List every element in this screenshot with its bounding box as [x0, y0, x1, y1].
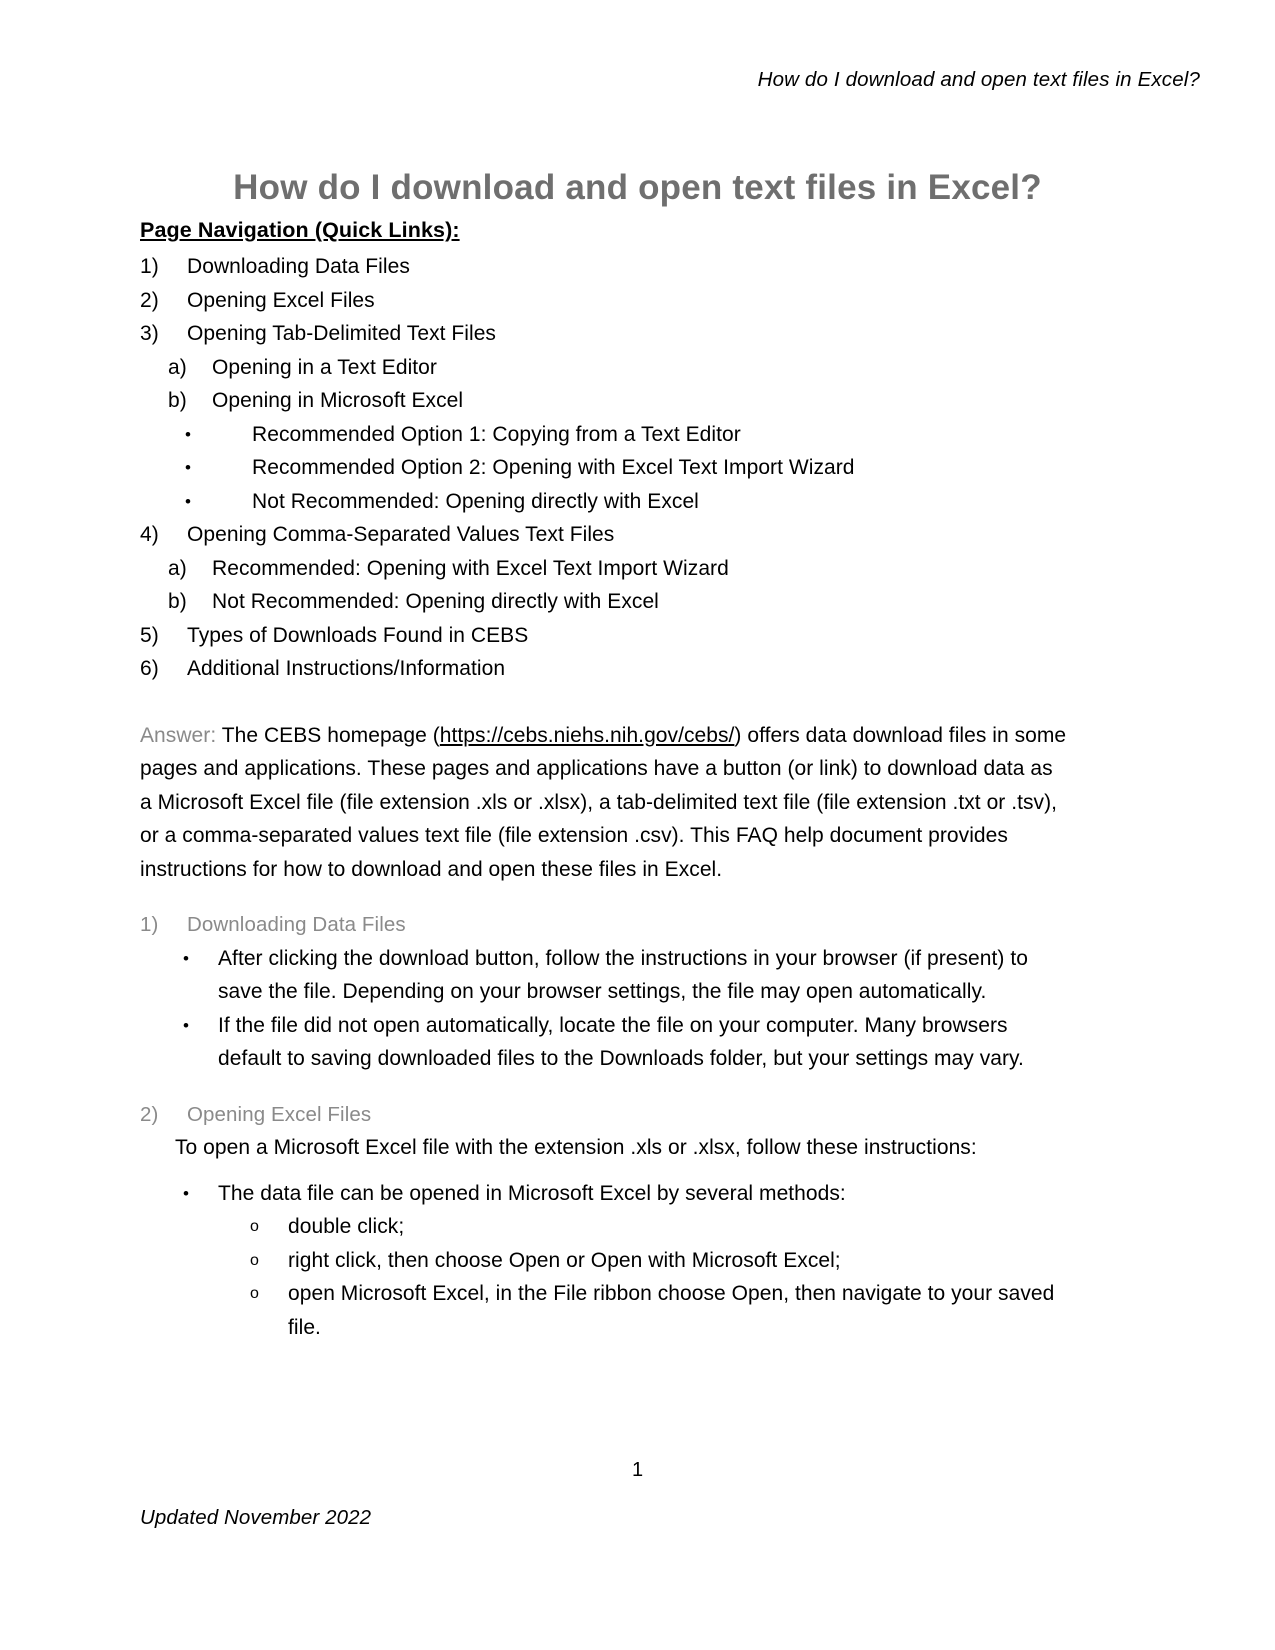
nav-item-label: Additional Instructions/Information — [187, 657, 506, 680]
nav-item[interactable]: 6) Additional Instructions/Information — [140, 652, 1070, 686]
nav-item-marker: 4) — [140, 523, 159, 546]
section-heading-label: Downloading Data Files — [187, 913, 406, 936]
section-marker: 1) — [140, 913, 159, 936]
nav-item-label: Recommended Option 2: Opening with Excel… — [252, 456, 855, 479]
answer-label: Answer: — [140, 723, 217, 747]
nav-item-label: Opening Excel Files — [187, 288, 375, 312]
cebs-homepage-link[interactable]: https://cebs.niehs.nih.gov/cebs/ — [440, 724, 735, 747]
nav-item-label: Recommended: Opening with Excel Text Imp… — [212, 556, 729, 580]
document-page: How do I download and open text files in… — [0, 0, 1275, 1650]
sub-list-item: o open Microsoft Excel, in the File ribbo… — [140, 1277, 1070, 1344]
nav-item-marker: a) — [168, 355, 187, 379]
sub-list-item-text: double click; — [288, 1215, 405, 1238]
list-item: • If the file did not open automatically,… — [140, 1009, 1070, 1076]
nav-item[interactable]: • Recommended Option 1: Copying from a Te… — [140, 418, 1070, 452]
bullet-icon: • — [185, 424, 192, 444]
nav-item[interactable]: b) Opening in Microsoft Excel — [140, 384, 1070, 418]
page-navigation-heading: Page Navigation (Quick Links): — [140, 218, 460, 242]
answer-text-before-link: The CEBS homepage ( — [216, 723, 440, 747]
sub-list-item-text: open Microsoft Excel, in the File ribbon… — [288, 1282, 1055, 1339]
answer-text-after-link: ) offers data download files in some pag… — [140, 723, 1067, 881]
nav-item[interactable]: a) Opening in a Text Editor — [140, 351, 1070, 385]
nav-item[interactable]: 5) Types of Downloads Found in CEBS — [140, 619, 1070, 653]
nav-item-label: Opening in a Text Editor — [212, 355, 437, 379]
bullet-icon: • — [185, 458, 192, 477]
nav-item-marker: a) — [168, 556, 187, 580]
circle-bullet-icon: o — [250, 1285, 259, 1302]
page-title: How do I download and open text files in… — [233, 168, 1042, 208]
running-header: How do I download and open text files in… — [757, 68, 1200, 91]
sub-list-item: o double click; — [140, 1210, 1070, 1244]
nav-item-marker: 1) — [140, 255, 159, 278]
list-item-text: If the file did not open automatically, … — [218, 1013, 1024, 1071]
nav-item-marker: b) — [168, 590, 187, 613]
nav-item-label: Opening Tab-Delimited Text Files — [187, 322, 496, 345]
bullet-icon: • — [183, 1183, 190, 1203]
nav-item-label: Not Recommended: Opening directly with E… — [212, 590, 659, 613]
bullet-icon: • — [185, 491, 192, 511]
list-item: • After clicking the download button, fol… — [140, 942, 1070, 1009]
bullet-icon: • — [183, 1015, 190, 1035]
nav-item-label: Downloading Data Files — [187, 255, 410, 278]
circle-bullet-icon: o — [250, 1218, 259, 1235]
section-marker: 2) — [140, 1102, 159, 1126]
nav-item[interactable]: b) Not Recommended: Opening directly with… — [140, 585, 1070, 619]
page-navigation-list: 1) Downloading Data Files 2) Opening Excel … — [140, 250, 1070, 686]
list-item-text: After clicking the download button, foll… — [218, 946, 1028, 1004]
nav-item[interactable]: 3) Opening Tab-Delimited Text Files — [140, 317, 1070, 351]
nav-item-marker: 2) — [140, 288, 159, 312]
sub-list-item-text: right click, then choose Open or Open wi… — [288, 1248, 841, 1272]
nav-item-label: Opening Comma-Separated Values Text File… — [187, 523, 615, 546]
answer-paragraph: Answer: The CEBS homepage (https://cebs.… — [140, 719, 1070, 887]
sections-container: 1) Downloading Data Files • After clicking … — [140, 908, 1070, 1344]
sub-list-item: o right click, then choose Open or Open w… — [140, 1244, 1070, 1278]
list-item: • The data file can be opened in Microsof… — [140, 1177, 1070, 1211]
nav-item[interactable]: • Not Recommended: Opening directly with … — [140, 485, 1070, 519]
section-heading: 2) Opening Excel Files — [140, 1098, 1070, 1132]
nav-item-marker: 3) — [140, 322, 159, 345]
nav-item-label: Opening in Microsoft Excel — [212, 389, 464, 412]
circle-bullet-icon: o — [250, 1251, 259, 1269]
list-item-text: The data file can be opened in Microsoft… — [218, 1181, 846, 1205]
nav-item-marker: 6) — [140, 657, 159, 680]
nav-item-label: Recommended Option 1: Copying from a Tex… — [252, 422, 741, 446]
document-content: Page Navigation (Quick Links): 1) Downloa… — [140, 218, 1070, 1344]
page-number: 1 — [631, 1459, 644, 1481]
section-heading-label: Opening Excel Files — [187, 1102, 372, 1126]
nav-item[interactable]: 4) Opening Comma-Separated Values Text Fi… — [140, 518, 1070, 552]
nav-item-label: Types of Downloads Found in CEBS — [187, 623, 529, 647]
section-heading: 1) Downloading Data Files — [140, 908, 1070, 942]
nav-item[interactable]: • Recommended Option 2: Opening with Exce… — [140, 451, 1070, 485]
bullet-icon: • — [183, 948, 190, 968]
nav-item-marker: 5) — [140, 623, 159, 647]
nav-item[interactable]: a) Recommended: Opening with Excel Text I… — [140, 552, 1070, 586]
nav-item-marker: b) — [168, 389, 187, 412]
nav-item[interactable]: 2) Opening Excel Files — [140, 284, 1070, 318]
nav-item-label: Not Recommended: Opening directly with E… — [252, 489, 699, 513]
footer-updated-note: Updated November 2022 — [140, 1506, 372, 1529]
nav-item[interactable]: 1) Downloading Data Files — [140, 250, 1070, 284]
section-intro: To open a Microsoft Excel file with the … — [175, 1136, 977, 1159]
